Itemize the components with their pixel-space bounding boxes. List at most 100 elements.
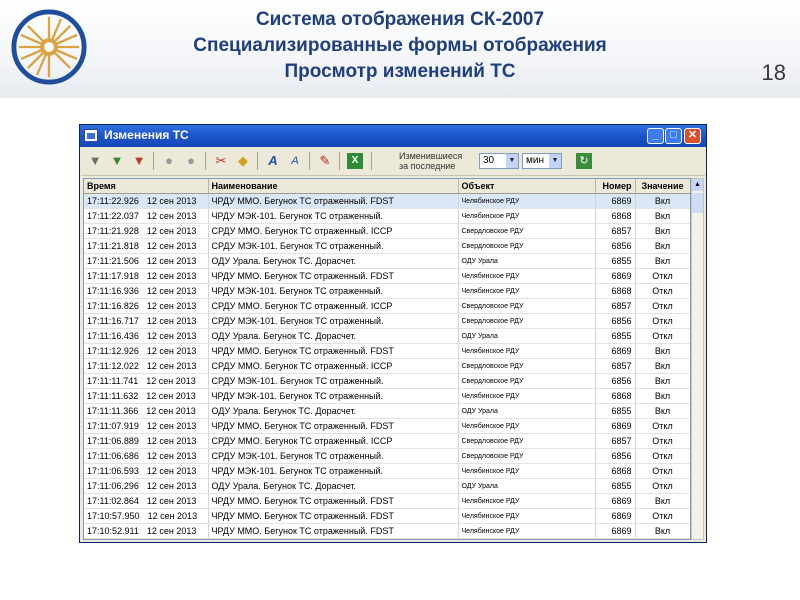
cell-number: 6856 xyxy=(595,448,636,464)
cell-object: ОДУ Урала xyxy=(458,403,596,419)
cell-date-value: 12 сен 2013 xyxy=(146,421,197,431)
cell-time: 17:11:12.926 12 сен 2013 xyxy=(84,343,209,359)
table-row[interactable]: 17:11:16.436 12 сен 2013 ОДУ Урала. Бегуно… xyxy=(84,328,690,344)
cell-date-value: 12 сен 2013 xyxy=(146,346,197,356)
cell-value: Вкл xyxy=(635,238,690,254)
cell-date-value: 12 сен 2013 xyxy=(146,361,197,371)
cell-time: 17:11:06.686 12 сен 2013 xyxy=(84,448,209,464)
table-row[interactable]: 17:11:06.889 12 сен 2013 СРДУ ММО. Бегунок… xyxy=(84,433,690,449)
table-row[interactable]: 17:11:16.717 12 сен 2013 СРДУ МЭК-101. Бег… xyxy=(84,313,690,329)
cell-number: 6868 xyxy=(595,208,636,224)
period-unit-select[interactable]: мин ▼ xyxy=(522,153,562,169)
cell-date-value: 12 сен 2013 xyxy=(146,196,197,206)
cell-time: 17:11:07.919 12 сен 2013 xyxy=(84,418,209,434)
cell-time: 17:11:17.918 12 сен 2013 xyxy=(84,268,209,284)
cell-name: ЧРДУ МЭК-101. Бегунок ТС отраженный. xyxy=(208,208,459,224)
table-row[interactable]: 17:11:06.593 12 сен 2013 ЧРДУ МЭК-101. Бег… xyxy=(84,463,690,479)
cell-time-value: 17:11:16.436 xyxy=(87,331,139,341)
period-label-line2: за последние xyxy=(399,161,456,171)
close-button[interactable]: ✕ xyxy=(684,128,701,144)
cell-time: 17:11:16.436 12 сен 2013 xyxy=(84,328,209,344)
cell-time-value: 17:11:17.918 xyxy=(87,271,139,281)
cell-time-value: 17:11:21.818 xyxy=(87,241,139,251)
pin-icon[interactable]: ✎ xyxy=(317,153,333,169)
cell-value: Вкл xyxy=(635,358,690,374)
cell-number: 6868 xyxy=(595,463,636,479)
column-header-value[interactable]: Значение xyxy=(635,179,690,194)
cell-value: Вкл xyxy=(635,373,690,389)
object-group-icon[interactable]: ● xyxy=(183,153,199,169)
cell-number: 6857 xyxy=(595,358,636,374)
table-row[interactable]: 17:11:07.919 12 сен 2013 ЧРДУ ММО. Бегунок… xyxy=(84,418,690,434)
table-row[interactable]: 17:11:16.936 12 сен 2013 ЧРДУ МЭК-101. Бег… xyxy=(84,283,690,299)
cell-value: Вкл xyxy=(635,193,690,209)
cell-number: 6856 xyxy=(595,238,636,254)
table-row[interactable]: 17:11:21.818 12 сен 2013 СРДУ МЭК-101. Бег… xyxy=(84,238,690,254)
paint-icon[interactable]: ◆ xyxy=(235,153,251,169)
cell-name: СРДУ ММО. Бегунок ТС отраженный. ICCP xyxy=(208,358,459,374)
cell-time: 17:11:11.741 12 сен 2013 xyxy=(84,373,209,389)
cell-value: Вкл xyxy=(635,208,690,224)
cell-time-value: 17:10:52.911 xyxy=(87,526,139,536)
table-row[interactable]: 17:11:11.741 12 сен 2013 СРДУ МЭК-101. Бег… xyxy=(84,373,690,389)
cell-number: 6868 xyxy=(595,283,636,299)
maximize-button[interactable]: □ xyxy=(665,128,682,144)
cell-date-value: 12 сен 2013 xyxy=(146,466,197,476)
cell-time-value: 17:11:12.022 xyxy=(87,361,139,371)
table-row[interactable]: 17:11:17.918 12 сен 2013 ЧРДУ ММО. Бегунок… xyxy=(84,268,690,284)
table-row[interactable]: 17:11:12.926 12 сен 2013 ЧРДУ ММО. Бегунок… xyxy=(84,343,690,359)
scroll-up-icon[interactable]: ▲ xyxy=(692,179,703,191)
table-row[interactable]: 17:11:21.928 12 сен 2013 СРДУ ММО. Бегунок… xyxy=(84,223,690,239)
refresh-icon[interactable]: ↻ xyxy=(576,153,592,169)
window-titlebar[interactable]: Изменения ТС _ □ ✕ xyxy=(80,125,706,147)
table-row[interactable]: 17:11:12.022 12 сен 2013 СРДУ ММО. Бегунок… xyxy=(84,358,690,374)
cell-object: Челябинское РДУ xyxy=(458,523,596,539)
cell-object: Челябинское РДУ xyxy=(458,418,596,434)
minimize-button[interactable]: _ xyxy=(647,128,664,144)
object-icon[interactable]: ● xyxy=(161,153,177,169)
table-row[interactable]: 17:11:16.826 12 сен 2013 СРДУ ММО. Бегунок… xyxy=(84,298,690,314)
cell-number: 6856 xyxy=(595,313,636,329)
filter-apply-icon[interactable]: ▼ xyxy=(109,153,125,169)
cell-name: ОДУ Урала. Бегунок ТС. Дорасчет. xyxy=(208,328,459,344)
table-row[interactable]: 17:11:11.632 12 сен 2013 ЧРДУ МЭК-101. Бег… xyxy=(84,388,690,404)
table-row[interactable]: 17:11:06.686 12 сен 2013 СРДУ МЭК-101. Бег… xyxy=(84,448,690,464)
cell-object: Свердловское РДУ xyxy=(458,298,596,314)
font-small-icon[interactable]: A xyxy=(287,153,303,169)
table-row[interactable]: 17:11:22.037 12 сен 2013 ЧРДУ МЭК-101. Бег… xyxy=(84,208,690,224)
cell-time-value: 17:11:21.928 xyxy=(87,226,139,236)
cut-icon[interactable]: ✂ xyxy=(213,153,229,169)
toolbar: ▼ ▼ ▼ ● ● ✂ ◆ A A ✎ X Изменившиеся за по… xyxy=(81,148,705,176)
table-row[interactable]: 17:10:57.950 12 сен 2013 ЧРДУ ММО. Бегунок… xyxy=(84,508,690,524)
table-row[interactable]: 17:11:06.296 12 сен 2013 ОДУ Урала. Бегуно… xyxy=(84,478,690,494)
table-row[interactable]: 17:10:52.911 12 сен 2013 ЧРДУ ММО. Бегунок… xyxy=(84,523,690,539)
toolbar-separator xyxy=(309,152,310,170)
cell-object: Челябинское РДУ xyxy=(458,493,596,509)
column-header-time[interactable]: Время xyxy=(84,179,209,194)
column-header-number[interactable]: Номер xyxy=(595,179,636,194)
vertical-scrollbar[interactable]: ▲ xyxy=(691,178,704,540)
filter-icon[interactable]: ▼ xyxy=(87,153,103,169)
column-header-name[interactable]: Наименование xyxy=(208,179,459,194)
cell-time: 17:11:11.632 12 сен 2013 xyxy=(84,388,209,404)
excel-icon[interactable]: X xyxy=(347,153,363,169)
cell-time: 17:11:06.296 12 сен 2013 xyxy=(84,478,209,494)
filter-clear-icon[interactable]: ▼ xyxy=(131,153,147,169)
table-row[interactable]: 17:11:21.506 12 сен 2013 ОДУ Урала. Бегуно… xyxy=(84,253,690,269)
period-value-select[interactable]: 30 ▼ xyxy=(479,153,519,169)
column-header-object[interactable]: Объект xyxy=(458,179,596,194)
cell-value: Вкл xyxy=(635,223,690,239)
scroll-thumb[interactable] xyxy=(692,193,703,213)
table-row[interactable]: 17:11:02.864 12 сен 2013 ЧРДУ ММО. Бегунок… xyxy=(84,493,690,509)
cell-time-value: 17:11:22.037 xyxy=(87,211,139,221)
cell-time: 17:11:22.037 12 сен 2013 xyxy=(84,208,209,224)
cell-value: Вкл xyxy=(635,343,690,359)
table-row[interactable]: 17:11:11.366 12 сен 2013 ОДУ Урала. Бегуно… xyxy=(84,403,690,419)
chevron-down-icon[interactable]: ▼ xyxy=(506,154,518,168)
cell-number: 6855 xyxy=(595,253,636,269)
chevron-down-icon[interactable]: ▼ xyxy=(549,154,561,168)
cell-time-value: 17:11:11.632 xyxy=(87,391,139,401)
table-row[interactable]: 17:11:22.926 12 сен 2013 ЧРДУ ММО. Бегунок… xyxy=(84,193,690,209)
font-icon[interactable]: A xyxy=(265,153,281,169)
cell-value: Вкл xyxy=(635,493,690,509)
